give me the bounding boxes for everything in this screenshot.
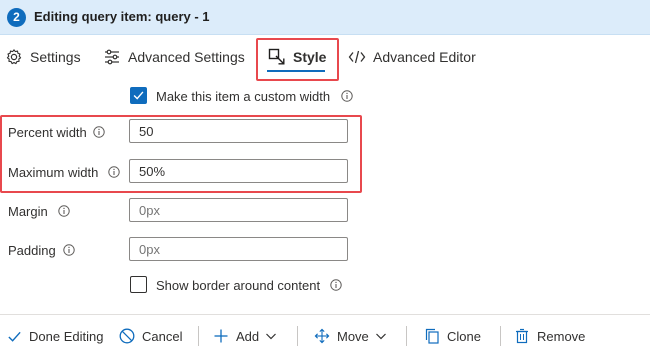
clone-icon xyxy=(425,328,439,344)
tab-advanced-editor-label: Advanced Editor xyxy=(373,49,476,65)
info-icon[interactable] xyxy=(58,205,70,217)
tab-settings[interactable]: Settings xyxy=(5,45,81,69)
chevron-down-icon xyxy=(266,333,277,340)
toolbar-divider xyxy=(198,326,199,346)
plus-icon xyxy=(214,329,228,343)
cancel-button[interactable]: Cancel xyxy=(119,327,182,345)
info-icon[interactable] xyxy=(63,244,75,256)
move-icon xyxy=(314,328,330,344)
add-label: Add xyxy=(236,328,260,344)
show-border-checkbox[interactable] xyxy=(130,276,147,293)
done-editing-label: Done Editing xyxy=(29,328,104,344)
tab-advanced-settings[interactable]: Advanced Settings xyxy=(103,45,245,69)
step-badge: 2 xyxy=(7,8,26,27)
margin-label: Margin xyxy=(8,204,48,219)
toolbar-divider xyxy=(297,326,298,346)
show-border-label: Show border around content xyxy=(156,278,321,293)
style-tab-highlight xyxy=(256,38,339,81)
gear-icon xyxy=(6,49,22,65)
trash-icon xyxy=(516,328,528,344)
width-fields-highlight xyxy=(0,115,362,193)
done-editing-button[interactable]: Done Editing xyxy=(7,327,103,345)
cancel-icon xyxy=(119,328,135,344)
code-icon xyxy=(348,50,366,64)
tab-advanced-settings-label: Advanced Settings xyxy=(128,49,245,65)
remove-button[interactable]: Remove xyxy=(514,327,585,345)
checkmark-icon xyxy=(133,91,144,100)
custom-width-checkbox[interactable] xyxy=(130,87,147,104)
move-label: Move xyxy=(337,328,369,344)
custom-width-label: Make this item a custom width xyxy=(156,89,331,104)
info-icon[interactable] xyxy=(330,279,342,291)
command-toolbar: Done Editing Cancel Add Move Clone Remov… xyxy=(0,314,650,356)
toolbar-divider xyxy=(406,326,407,346)
toolbar-divider xyxy=(500,326,501,346)
remove-label: Remove xyxy=(537,328,586,344)
add-button[interactable]: Add xyxy=(213,327,277,345)
padding-label: Padding xyxy=(8,243,56,258)
margin-input[interactable] xyxy=(129,198,348,222)
sliders-icon xyxy=(105,49,119,65)
checkmark-icon xyxy=(8,331,21,342)
clone-label: Clone xyxy=(447,328,481,344)
clone-button[interactable]: Clone xyxy=(424,327,481,345)
header-title: Editing query item: query - 1 xyxy=(34,9,210,24)
tab-settings-label: Settings xyxy=(30,49,81,65)
info-icon[interactable] xyxy=(341,90,353,102)
move-button[interactable]: Move xyxy=(314,327,387,345)
cancel-label: Cancel xyxy=(142,328,183,344)
editor-header: 2 Editing query item: query - 1 xyxy=(0,0,650,35)
padding-input[interactable] xyxy=(129,237,348,261)
chevron-down-icon xyxy=(375,333,386,340)
tab-advanced-editor[interactable]: Advanced Editor xyxy=(348,45,476,69)
